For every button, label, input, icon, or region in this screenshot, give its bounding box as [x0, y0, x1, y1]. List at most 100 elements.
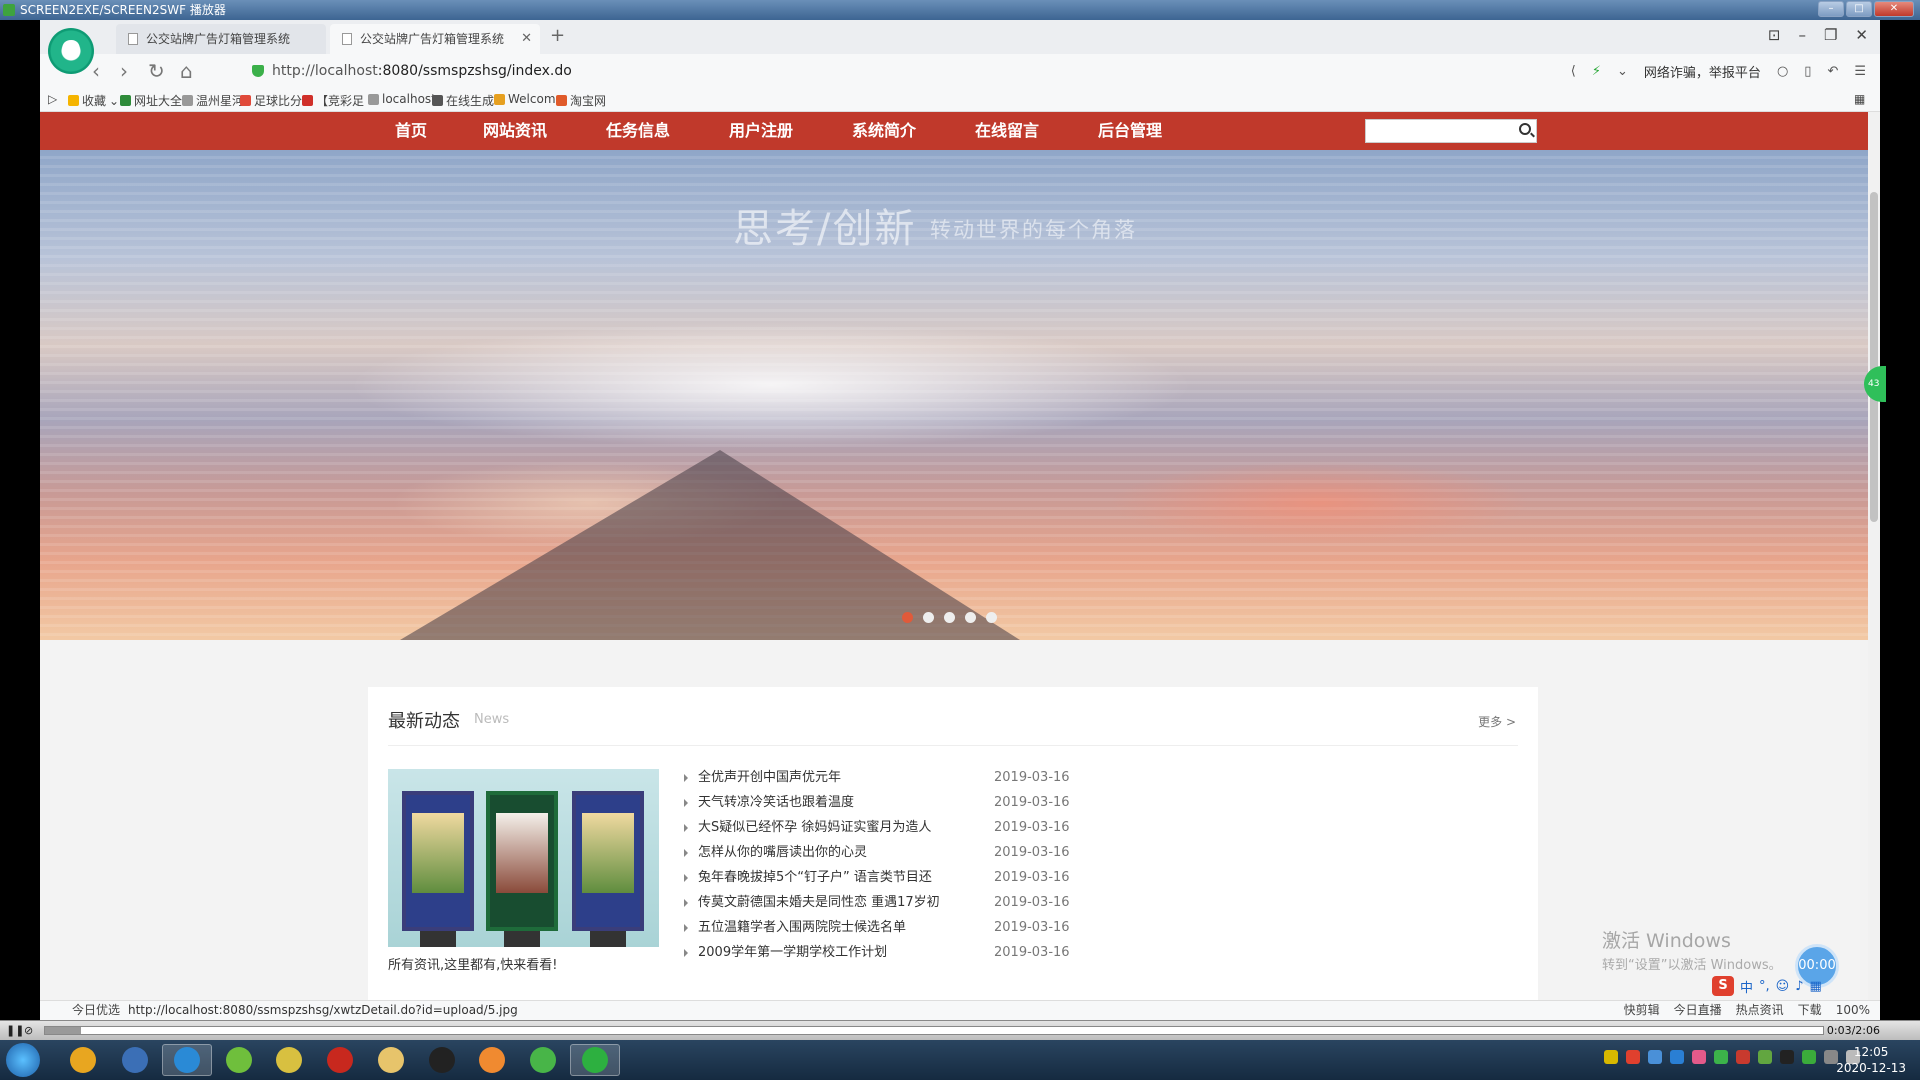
menu-item-messages[interactable]: 在线留言: [975, 112, 1039, 150]
browser-logo-icon[interactable]: [48, 28, 94, 74]
status-tool-1[interactable]: 今日直播: [1674, 1001, 1722, 1020]
taskbar-app-button[interactable]: [366, 1044, 416, 1076]
banner-dot[interactable]: [965, 612, 976, 623]
new-tab-icon[interactable]: +: [550, 25, 565, 46]
tray-icon[interactable]: [1648, 1050, 1662, 1064]
tray-icon[interactable]: [1758, 1050, 1772, 1064]
taskbar-clock[interactable]: 12:05 2020-12-13: [1836, 1044, 1906, 1076]
bookmark-8[interactable]: 淘宝网: [556, 92, 606, 109]
menu-icon[interactable]: ☰: [1854, 64, 1866, 79]
fraud-report-link[interactable]: 网络诈骗，举报平台: [1644, 62, 1761, 81]
stop-icon[interactable]: ⊘: [24, 1024, 33, 1037]
news-item[interactable]: 全优声开创中国声优元年 2019-03-16: [684, 765, 1118, 790]
share-icon[interactable]: ⟨: [1571, 64, 1576, 79]
bookmark-1[interactable]: 网址大全: [120, 92, 182, 109]
tray-icon[interactable]: [1692, 1050, 1706, 1064]
menu-item-news[interactable]: 网站资讯: [483, 112, 547, 150]
close-icon[interactable]: ✕: [1874, 1, 1914, 17]
home-icon[interactable]: ⌂: [180, 60, 193, 82]
bookmark-5[interactable]: localhost: [368, 92, 436, 106]
pause-icon[interactable]: ❚❚: [6, 1024, 24, 1037]
menu-item-about[interactable]: 系统简介: [852, 112, 916, 150]
banner-dot[interactable]: [986, 612, 997, 623]
maximize-icon[interactable]: □: [1846, 1, 1872, 17]
tray-icon[interactable]: [1802, 1050, 1816, 1064]
ime-punct-icon[interactable]: °,: [1759, 979, 1770, 994]
close-icon[interactable]: ✕: [1855, 26, 1868, 44]
undo-icon[interactable]: ↶: [1827, 64, 1838, 79]
tray-icon[interactable]: [1626, 1050, 1640, 1064]
start-button[interactable]: [6, 1043, 40, 1077]
taskbar-app-button[interactable]: [315, 1044, 365, 1076]
player-progress[interactable]: [44, 1026, 1824, 1035]
sidebar-toggle-icon[interactable]: ▷: [48, 92, 57, 106]
taskbar-app-button[interactable]: [58, 1044, 108, 1076]
sogou-ime-icon[interactable]: S: [1712, 976, 1734, 996]
menu-item-register[interactable]: 用户注册: [729, 112, 793, 150]
taskbar-app-button[interactable]: [518, 1044, 568, 1076]
scrollbar-thumb[interactable]: [1870, 192, 1878, 522]
banner-dot[interactable]: [902, 612, 913, 623]
tab-1[interactable]: 公交站牌广告灯箱管理系统 ✕: [330, 24, 540, 54]
refresh-icon[interactable]: ↻: [148, 60, 165, 82]
ime-chinese-icon[interactable]: 中: [1740, 977, 1753, 996]
tray-icon[interactable]: [1670, 1050, 1684, 1064]
news-item[interactable]: 大S疑似已经怀孕 徐妈妈证实蜜月为造人 2019-03-16: [684, 815, 1118, 840]
chevron-down-icon[interactable]: ⌄: [1617, 64, 1628, 79]
ime-emoji-icon[interactable]: ☺: [1776, 979, 1790, 994]
tab-0[interactable]: 公交站牌广告灯箱管理系统: [116, 24, 326, 54]
reading-icon[interactable]: ▯: [1804, 64, 1811, 79]
status-tool-2[interactable]: 热点资讯: [1736, 1001, 1784, 1020]
taskbar-app-button[interactable]: [570, 1044, 620, 1076]
taskbar-app-button[interactable]: [467, 1044, 517, 1076]
tray-icon[interactable]: [1604, 1050, 1618, 1064]
apps-grid-icon[interactable]: ▦: [1854, 92, 1865, 106]
status-tool-0[interactable]: 快剪辑: [1624, 1001, 1660, 1020]
bookmark-0[interactable]: 收藏 ⌄: [68, 92, 119, 109]
taskbar-app-button[interactable]: [417, 1044, 467, 1076]
menu-item-home[interactable]: 首页: [395, 112, 427, 150]
ime-keyboard-icon[interactable]: ▦: [1810, 979, 1822, 994]
taskbar-app-button[interactable]: [264, 1044, 314, 1076]
news-item[interactable]: 怎样从你的嘴唇读出你的心灵 2019-03-16: [684, 840, 1118, 865]
status-left[interactable]: 今日优选: [72, 1001, 120, 1020]
news-item[interactable]: 传莫文蔚德国未婚夫是同性恋 重遇17岁初 2019-03-16: [684, 890, 1118, 915]
page-scrollbar[interactable]: [1868, 112, 1880, 1000]
bookmark-6[interactable]: 在线生成: [432, 92, 494, 109]
news-item[interactable]: 五位温籍学者入围两院院士候选名单 2019-03-16: [684, 915, 1118, 940]
minimize-icon[interactable]: –: [1818, 1, 1844, 17]
news-more-link[interactable]: 更多 >: [1478, 713, 1516, 730]
hero-banner[interactable]: 思考/创新 转动世界的每个角落: [40, 150, 1868, 640]
bookmark-4[interactable]: 【竞彩足: [302, 92, 364, 109]
forward-icon[interactable]: ›: [120, 60, 128, 82]
bookmark-2[interactable]: 温州星河: [182, 92, 244, 109]
tab-close-icon[interactable]: ✕: [521, 24, 532, 54]
tray-icon[interactable]: [1714, 1050, 1728, 1064]
pin-icon[interactable]: ⊡: [1768, 26, 1781, 44]
zoom-level[interactable]: 100%: [1836, 1001, 1870, 1020]
tray-icon[interactable]: [1736, 1050, 1750, 1064]
menu-item-admin[interactable]: 后台管理: [1098, 112, 1162, 150]
taskbar-app-button[interactable]: [162, 1044, 212, 1076]
minimize-icon[interactable]: –: [1798, 26, 1806, 44]
search-icon[interactable]: [1519, 123, 1531, 135]
banner-dot[interactable]: [923, 612, 934, 623]
search-input[interactable]: [1366, 120, 1506, 142]
news-item[interactable]: 2009学年第一学期学校工作计划 2019-03-16: [684, 940, 1118, 965]
taskbar-app-button[interactable]: [214, 1044, 264, 1076]
news-image[interactable]: [388, 769, 659, 947]
lightning-icon[interactable]: ⚡: [1592, 64, 1601, 79]
banner-dot[interactable]: [944, 612, 955, 623]
bookmark-3[interactable]: 足球比分: [240, 92, 302, 109]
search-icon[interactable]: ○: [1777, 64, 1788, 79]
news-item[interactable]: 天气转凉冷笑话也跟着温度 2019-03-16: [684, 790, 1118, 815]
address-bar[interactable]: http://localhost:8080/ssmspzshsg/index.d…: [250, 58, 1250, 84]
status-tool-3[interactable]: 下载: [1798, 1001, 1822, 1020]
taskbar-app-button[interactable]: [110, 1044, 160, 1076]
news-item[interactable]: 兔年春晚拔掉5个“钉子户” 语言类节目还 2019-03-16: [684, 865, 1118, 890]
menu-item-tasks[interactable]: 任务信息: [606, 112, 670, 150]
restore-icon[interactable]: ❐: [1824, 26, 1837, 44]
bookmark-7[interactable]: Welcom: [494, 92, 556, 106]
tray-icon[interactable]: [1780, 1050, 1794, 1064]
ime-mic-icon[interactable]: ♪: [1795, 979, 1803, 994]
